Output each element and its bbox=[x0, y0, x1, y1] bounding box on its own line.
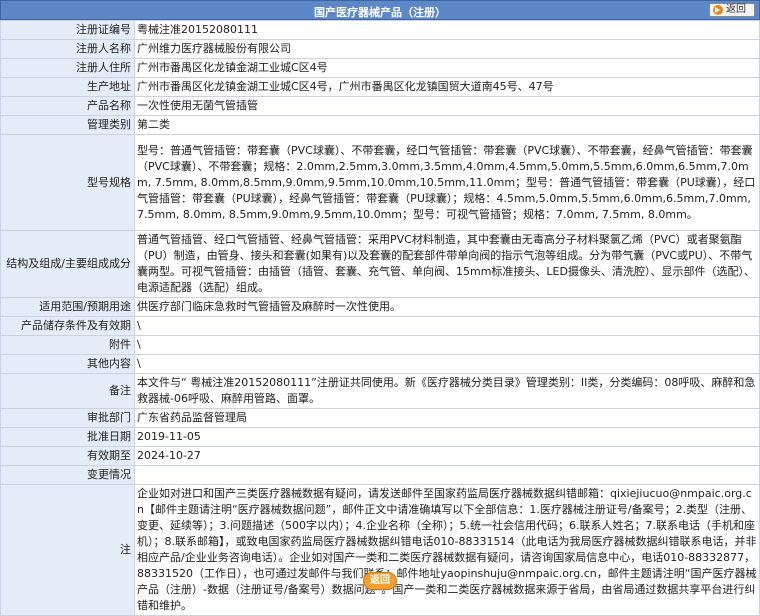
row-value: 一次性使用无菌气管插管 bbox=[134, 96, 760, 116]
back-button-top-label: 返回 bbox=[726, 4, 746, 15]
row-label: 附件 bbox=[0, 335, 135, 355]
row-label: 变更情况 bbox=[0, 465, 135, 485]
row-label: 适用范围/预期用途 bbox=[0, 297, 135, 317]
table-row: 注册人名称 广州维力医疗器械股份有限公司 bbox=[0, 39, 760, 59]
table-row: 其他内容 \ bbox=[0, 354, 760, 374]
row-label: 注册人名称 bbox=[0, 39, 135, 59]
table-row: 型号规格 型号：普通气管插管：带套囊（PVC球囊）、不带套囊，经口气管插管：带套囊… bbox=[0, 134, 760, 231]
table-row: 管理类别 第二类 bbox=[0, 115, 760, 135]
row-value: 型号：普通气管插管：带套囊（PVC球囊）、不带套囊，经口气管插管：带套囊（PVC… bbox=[134, 134, 760, 231]
table-row: 适用范围/预期用途 供医疗部门临床急救时气管插管及麻醉时一次性使用。 bbox=[0, 297, 760, 317]
table-row: 生产地址 广州市番禺区化龙镇金湖工业城C区4号，广州市番禺区化龙镇国贸大道南45号… bbox=[0, 77, 760, 97]
row-label: 管理类别 bbox=[0, 115, 135, 135]
row-value: 本文件与“ 粤械注准20152080111”注册证共同使用。新《医疗器械分类目录… bbox=[134, 373, 760, 409]
table-row: 备注 本文件与“ 粤械注准20152080111”注册证共同使用。新《医疗器械分类… bbox=[0, 373, 760, 409]
row-label: 生产地址 bbox=[0, 77, 135, 97]
row-value: 2024-10-27 bbox=[134, 446, 760, 466]
detail-table: 注册证编号 粤械注准20152080111 注册人名称 广州维力医疗器械股份有限公司… bbox=[0, 20, 760, 616]
row-value: \ bbox=[134, 354, 760, 374]
row-value: 粤械注准20152080111 bbox=[134, 20, 760, 40]
back-button-top[interactable]: 返回 bbox=[709, 3, 755, 17]
row-label: 注册人住所 bbox=[0, 58, 135, 78]
row-value: 普通气管插管、经口气管插管、经鼻气管插管：采用PVC材料制造，其中套囊由无毒高分… bbox=[134, 230, 760, 298]
row-label: 其他内容 bbox=[0, 354, 135, 374]
table-row: 变更情况 bbox=[0, 465, 760, 485]
row-label: 结构及组成/主要组成成分 bbox=[0, 230, 135, 298]
table-row: 注册人住所 广州市番禺区化龙镇金湖工业城C区4号 bbox=[0, 58, 760, 78]
row-value: 第二类 bbox=[134, 115, 760, 135]
table-row: 审批部门 广东省药品监督管理局 bbox=[0, 408, 760, 428]
row-value: 2019-11-05 bbox=[134, 427, 760, 447]
row-value: 广州市番禺区化龙镇金湖工业城C区4号，广州市番禺区化龙镇国贸大道南45号、47号 bbox=[134, 77, 760, 97]
table-row: 批准日期 2019-11-05 bbox=[0, 427, 760, 447]
row-label: 注册证编号 bbox=[0, 20, 135, 40]
row-label: 产品储存条件及有效期 bbox=[0, 316, 135, 336]
row-value: 广州市番禺区化龙镇金湖工业城C区4号 bbox=[134, 58, 760, 78]
table-row: 有效期至 2024-10-27 bbox=[0, 446, 760, 466]
row-label: 有效期至 bbox=[0, 446, 135, 466]
table-row: 结构及组成/主要组成成分 普通气管插管、经口气管插管、经鼻气管插管：采用PVC材料… bbox=[0, 230, 760, 298]
back-arrow-icon bbox=[713, 5, 723, 15]
row-value bbox=[134, 465, 760, 485]
row-label: 型号规格 bbox=[0, 134, 135, 231]
row-label: 产品名称 bbox=[0, 96, 135, 116]
row-label: 备注 bbox=[0, 373, 135, 409]
row-label: 批准日期 bbox=[0, 427, 135, 447]
row-value: \ bbox=[134, 316, 760, 336]
row-value: 广东省药品监督管理局 bbox=[134, 408, 760, 428]
table-row: 附件 \ bbox=[0, 335, 760, 355]
row-value: 供医疗部门临床急救时气管插管及麻醉时一次性使用。 bbox=[134, 297, 760, 317]
row-label: 审批部门 bbox=[0, 408, 135, 428]
page-footer: 返回 bbox=[0, 570, 760, 596]
page-header: 国产医疗器械产品（注册） 返回 bbox=[0, 0, 760, 20]
row-value: \ bbox=[134, 335, 760, 355]
back-button-bottom[interactable]: 返回 bbox=[363, 572, 397, 590]
table-row: 注册证编号 粤械注准20152080111 bbox=[0, 20, 760, 40]
page-title: 国产医疗器械产品（注册） bbox=[314, 6, 446, 19]
table-row: 产品储存条件及有效期 \ bbox=[0, 316, 760, 336]
row-value: 广州维力医疗器械股份有限公司 bbox=[134, 39, 760, 59]
table-row: 产品名称 一次性使用无菌气管插管 bbox=[0, 96, 760, 116]
